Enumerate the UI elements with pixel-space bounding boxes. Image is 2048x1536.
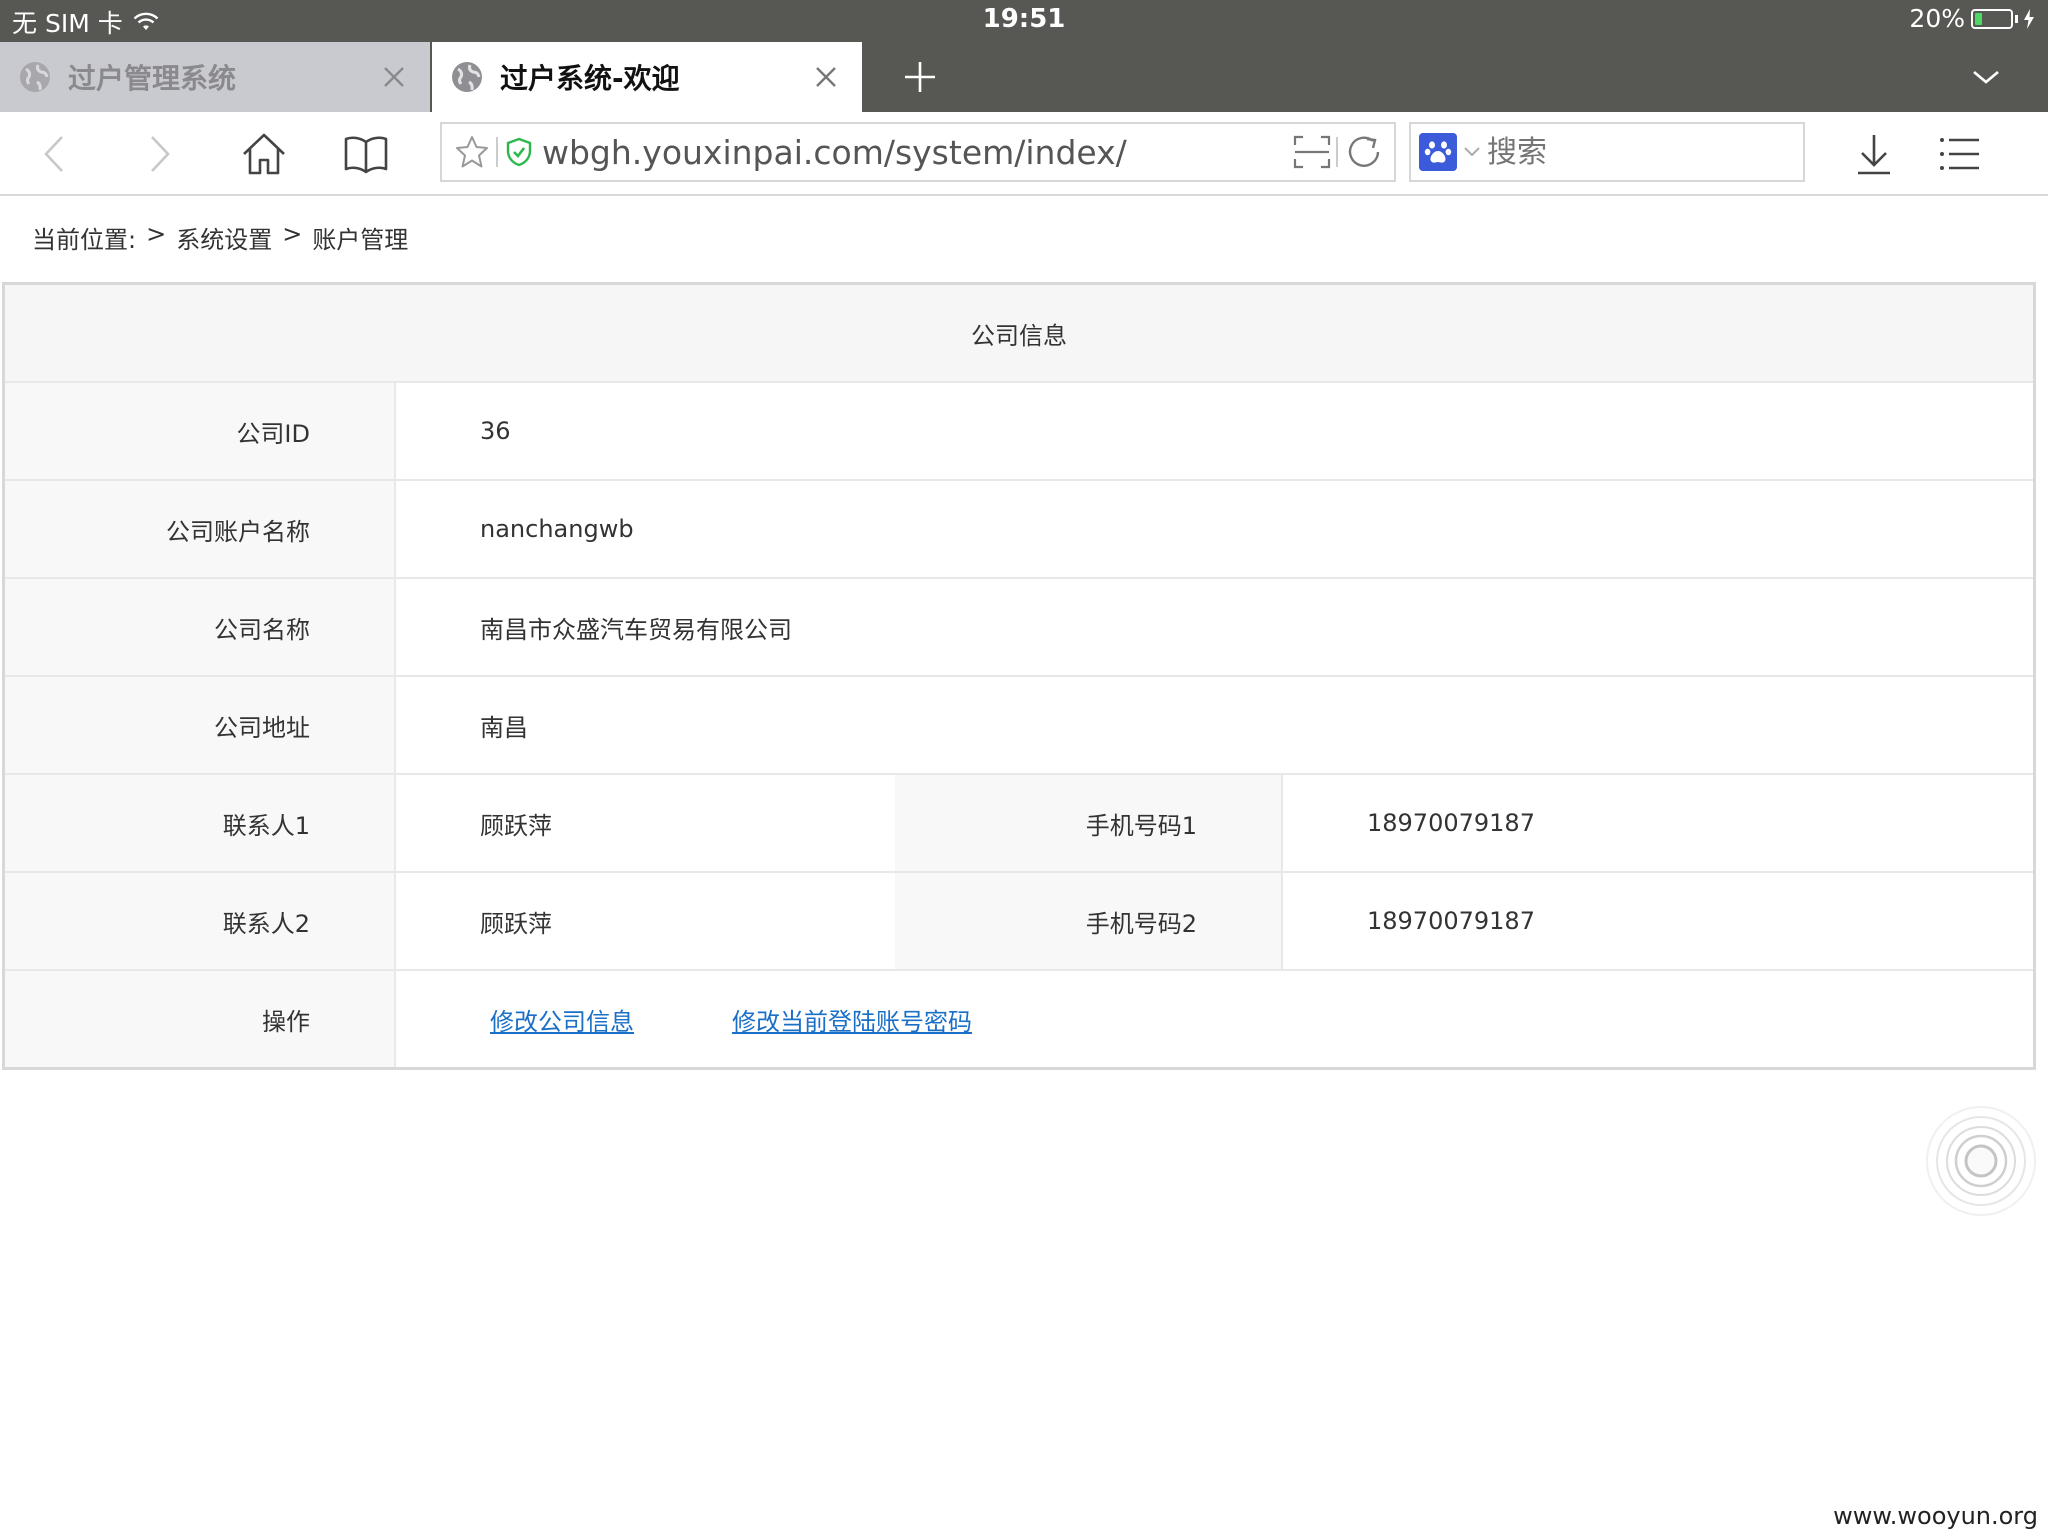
breadcrumb-prefix: 当前位置:: [32, 226, 137, 254]
home-icon: [243, 133, 285, 175]
company-address-value: 南昌: [395, 675, 2033, 774]
scan-button[interactable]: [1292, 132, 1332, 172]
company-id-value: 36: [395, 381, 2033, 480]
chevron-left-icon: [44, 136, 63, 172]
divider: [1336, 137, 1338, 167]
download-button[interactable]: [1848, 128, 1900, 180]
table-row: 操作 修改公司信息 修改当前登陆账号密码: [5, 969, 2033, 1067]
table-title: 公司信息: [5, 285, 2033, 382]
chevron-right-icon: [151, 136, 170, 172]
watermark-text: www.wooyun.org: [1833, 1502, 2038, 1530]
chevron-down-icon: [1464, 147, 1480, 157]
phone2-value: 18970079187: [1282, 871, 2033, 970]
battery-percent: 20%: [1909, 4, 1965, 33]
new-tab-button[interactable]: [895, 52, 945, 102]
forward-button[interactable]: [134, 128, 186, 180]
close-tab-button[interactable]: [806, 57, 846, 97]
charging-bolt-icon: [2024, 8, 2034, 29]
tab-title: 过户系统-欢迎: [500, 62, 680, 95]
company-name-label: 公司名称: [5, 577, 396, 676]
breadcrumb-system-settings[interactable]: 系统设置: [176, 220, 272, 255]
table-row: 公司地址 南昌: [5, 675, 2033, 774]
download-icon: [1858, 135, 1890, 175]
floating-touch-button[interactable]: [1924, 1104, 2038, 1218]
menu-button[interactable]: [1934, 128, 1986, 180]
favorite-star-button[interactable]: [452, 132, 492, 172]
chevron-down-icon: [1973, 71, 1999, 84]
search-input[interactable]: [1485, 133, 1789, 171]
back-button[interactable]: [28, 128, 80, 180]
book-icon: [344, 136, 388, 174]
contact2-label: 联系人2: [5, 871, 396, 970]
browser-toolbar: wbgh.youxinpai.com/system/index/: [0, 112, 2048, 196]
edit-company-info-link[interactable]: 修改公司信息: [490, 1008, 634, 1036]
battery-icon: [1971, 8, 2013, 29]
status-time: 19:51: [982, 4, 1066, 34]
contact1-label: 联系人1: [5, 773, 396, 872]
breadcrumb-separator: >: [282, 220, 303, 248]
phone1-value: 18970079187: [1282, 773, 2033, 872]
close-icon: [384, 67, 404, 87]
tab-list-button[interactable]: [1964, 57, 2008, 97]
reload-icon: [1348, 136, 1380, 167]
table-row: 公司名称 南昌市众盛汽车贸易有限公司: [5, 577, 2033, 676]
breadcrumb-account-management: 账户管理: [312, 226, 409, 254]
table-row: 联系人1 顾跃萍 手机号码1 18970079187: [5, 773, 2033, 872]
change-password-link[interactable]: 修改当前登陆账号密码: [732, 1008, 972, 1036]
tab-bar: 过户管理系统 过户系统-欢迎: [0, 42, 2048, 112]
search-box[interactable]: [1409, 122, 1805, 182]
secure-shield-icon: [504, 132, 534, 172]
url-text[interactable]: wbgh.youxinpai.com/system/index/: [542, 133, 1282, 172]
globe-icon: [20, 62, 50, 92]
divider: [496, 137, 498, 167]
reload-button[interactable]: [1344, 132, 1384, 172]
breadcrumb-separator: >: [146, 220, 167, 248]
scan-icon: [1293, 135, 1331, 169]
tab-transfer-management[interactable]: 过户管理系统: [0, 42, 430, 112]
globe-icon: [452, 62, 482, 92]
company-name-value: 南昌市众盛汽车贸易有限公司: [395, 577, 2033, 676]
tab-transfer-welcome[interactable]: 过户系统-欢迎: [432, 42, 862, 112]
address-bar[interactable]: wbgh.youxinpai.com/system/index/: [440, 122, 1396, 182]
table-row: 公司账户名称 nanchangwb: [5, 479, 2033, 578]
status-bar: 无 SIM 卡 19:51 20%: [0, 0, 2048, 42]
phone1-label: 手机号码1: [895, 773, 1283, 872]
plus-icon: [905, 62, 935, 92]
company-info-table: 公司信息 公司ID 36 公司账户名称 nanchangwb 公司名称 南昌市众…: [2, 282, 2036, 1070]
contact1-value: 顾跃萍: [395, 773, 895, 872]
battery-fill: [1975, 12, 1982, 25]
battery-tip: [2015, 14, 2018, 23]
menu-icon: [1940, 138, 1979, 170]
home-button[interactable]: [238, 128, 290, 180]
company-id-label: 公司ID: [5, 381, 396, 480]
table-header-row: 公司信息: [5, 285, 2033, 382]
contact2-value: 顾跃萍: [395, 871, 895, 970]
tab-title: 过户管理系统: [68, 62, 237, 95]
bookmarks-button[interactable]: [340, 128, 392, 180]
account-name-label: 公司账户名称: [5, 479, 396, 578]
breadcrumb: 当前位置: > 系统设置 > 账户管理: [32, 220, 408, 255]
close-icon: [816, 67, 836, 87]
phone2-label: 手机号码2: [895, 871, 1283, 970]
close-tab-button[interactable]: [374, 57, 414, 97]
action-cell: 修改公司信息 修改当前登陆账号密码: [395, 969, 2033, 1067]
table-row: 公司ID 36: [5, 381, 2033, 480]
status-right: 20%: [1909, 4, 2034, 33]
table-row: 联系人2 顾跃萍 手机号码2 18970079187: [5, 871, 2033, 970]
star-icon: [456, 136, 488, 168]
company-address-label: 公司地址: [5, 675, 396, 774]
account-name-value: nanchangwb: [395, 479, 2033, 578]
baidu-paw-icon[interactable]: [1419, 133, 1457, 171]
action-label: 操作: [5, 969, 396, 1067]
assistive-touch-icon: [1926, 1106, 2036, 1216]
